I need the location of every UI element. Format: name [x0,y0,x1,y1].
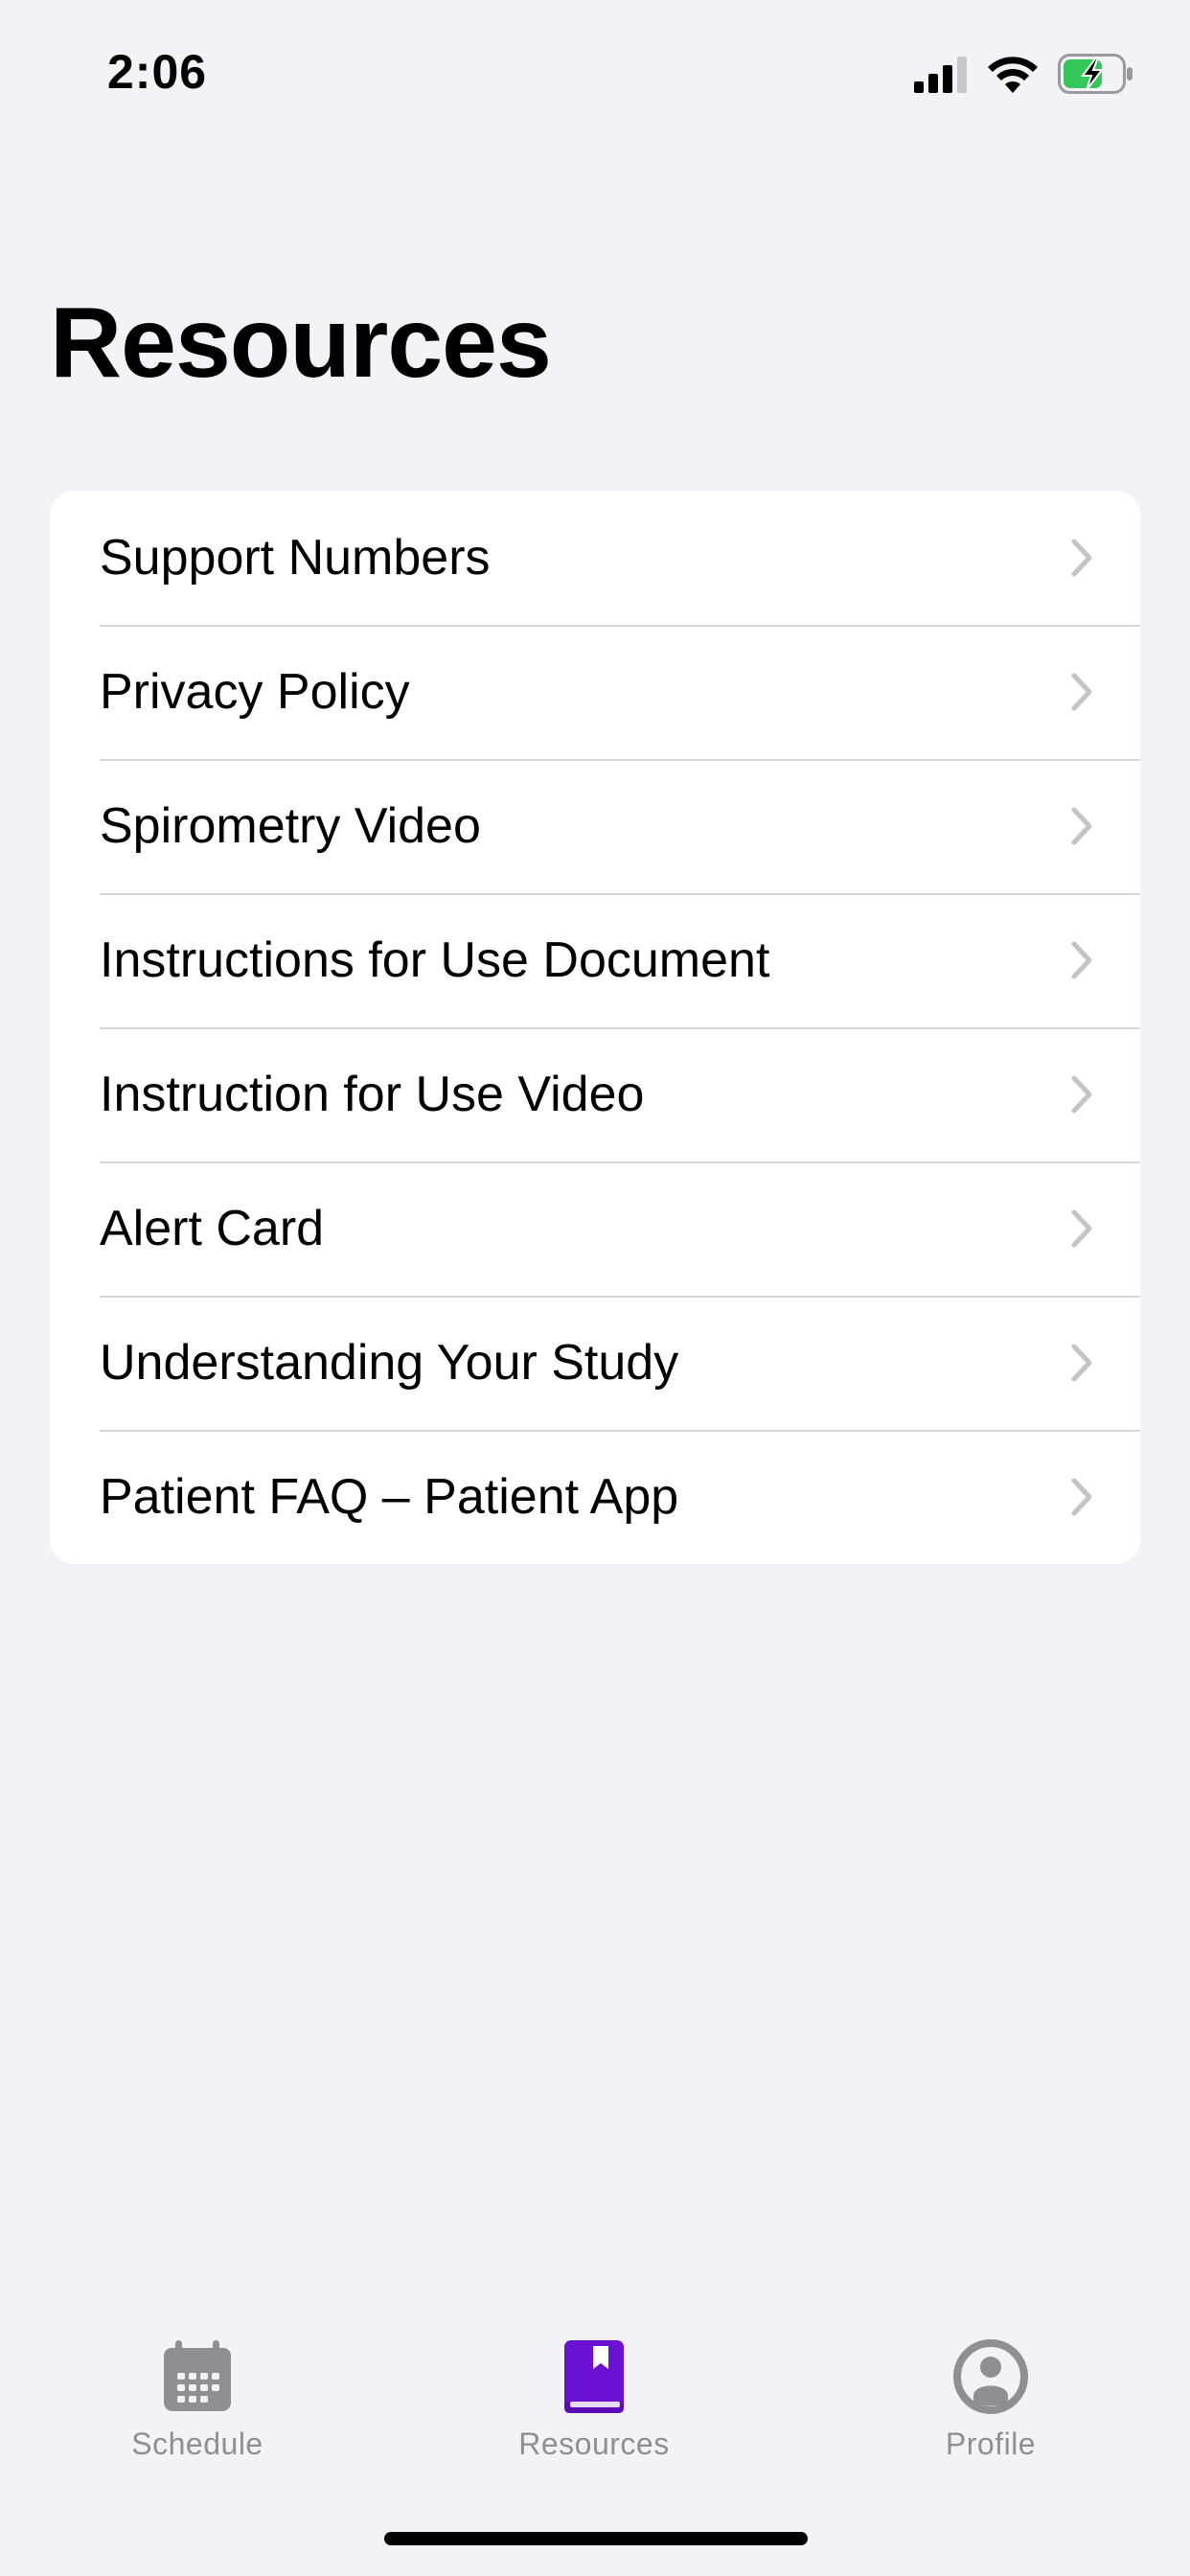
page-title: Resources [50,288,552,399]
list-item-support-numbers[interactable]: Support Numbers [50,491,1140,625]
chevron-right-icon [1071,1478,1092,1516]
chevron-right-icon [1071,539,1092,577]
signal-icon [914,55,968,93]
list-item-label: Privacy Policy [100,664,410,720]
status-bar: 2:06 [0,0,1190,144]
list-item-label: Patient FAQ – Patient App [100,1469,679,1525]
list-item-label: Spirometry Video [100,798,481,854]
chevron-right-icon [1071,807,1092,845]
list-item-instruction-video[interactable]: Instruction for Use Video [50,1027,1140,1162]
list-item-understanding-study[interactable]: Understanding Your Study [50,1296,1140,1430]
calendar-icon [160,2338,235,2415]
status-icons [914,54,1134,94]
home-indicator [384,2532,808,2545]
list-item-label: Instruction for Use Video [100,1067,645,1122]
chevron-right-icon [1071,1344,1092,1382]
list-item-label: Alert Card [100,1201,325,1256]
tab-label: Resources [518,2426,670,2461]
list-item-label: Understanding Your Study [100,1335,679,1391]
list-item-instructions-document[interactable]: Instructions for Use Document [50,893,1140,1027]
tab-schedule[interactable]: Schedule [82,2338,312,2462]
tab-profile[interactable]: Profile [876,2338,1106,2462]
list-item-label: Instructions for Use Document [100,932,770,988]
list-item-alert-card[interactable]: Alert Card [50,1162,1140,1296]
tab-label: Schedule [131,2426,263,2461]
resources-list: Support Numbers Privacy Policy Spirometr… [50,491,1140,1564]
battery-charging-icon [1058,54,1134,94]
list-item-label: Support Numbers [100,530,491,586]
book-icon [561,2338,628,2415]
list-item-privacy-policy[interactable]: Privacy Policy [50,625,1140,759]
tab-label: Profile [945,2426,1037,2461]
wifi-icon [987,55,1039,93]
chevron-right-icon [1071,941,1092,979]
list-item-spirometry-video[interactable]: Spirometry Video [50,759,1140,893]
status-time: 2:06 [107,45,208,99]
chevron-right-icon [1071,673,1092,711]
tab-bar: Schedule Resources Profile [0,2300,1190,2511]
profile-icon [952,2338,1029,2415]
tab-resources[interactable]: Resources [479,2338,709,2462]
list-item-patient-faq[interactable]: Patient FAQ – Patient App [50,1430,1140,1564]
chevron-right-icon [1071,1209,1092,1248]
chevron-right-icon [1071,1075,1092,1114]
